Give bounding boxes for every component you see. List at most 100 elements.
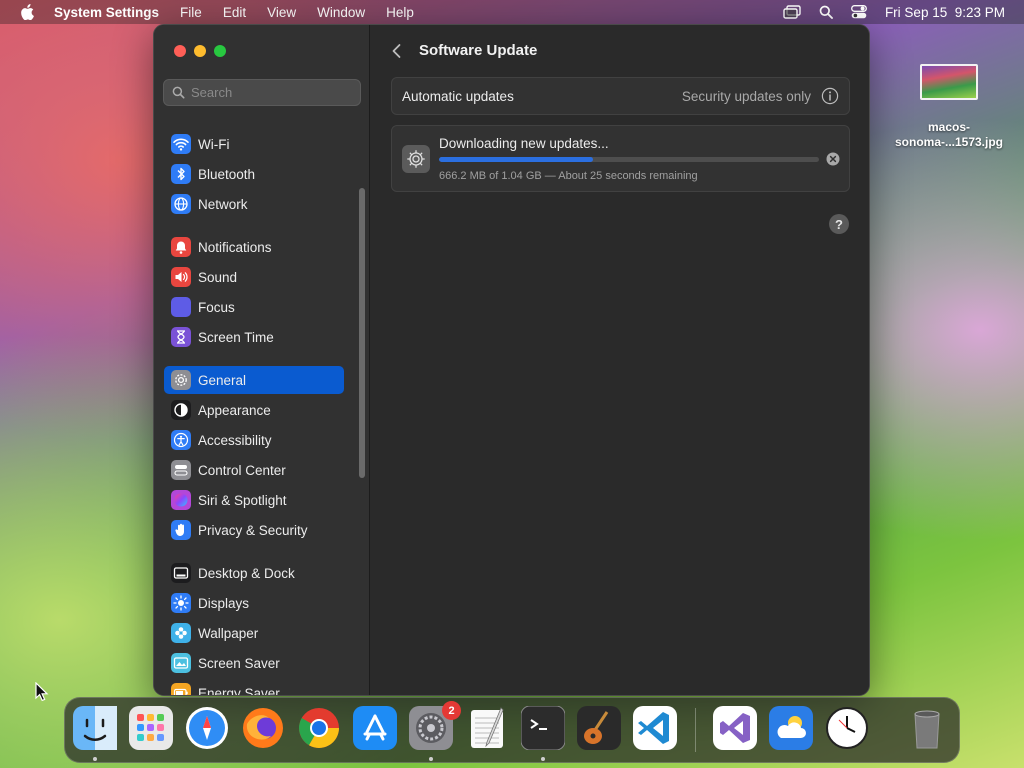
- image-thumbnail: [920, 64, 978, 100]
- running-indicator: [429, 757, 433, 761]
- screensaver-icon: [171, 653, 191, 673]
- running-indicator: [541, 757, 545, 761]
- sidebar-item-sound[interactable]: Sound: [164, 263, 344, 291]
- sidebar-item-notifications[interactable]: Notifications: [164, 233, 344, 261]
- sidebar-item-control-center[interactable]: Control Center: [164, 456, 344, 484]
- desktop-file[interactable]: macos- sonoma-...1573.jpg: [888, 64, 1010, 150]
- sidebar: Wi-Fi Bluetooth Network Notifications Sound F…: [154, 25, 370, 695]
- sidebar-item-label: Screen Time: [198, 329, 274, 345]
- file-name-line-2: sonoma-...1573.jpg: [894, 135, 1004, 149]
- accessibility-icon: [171, 430, 191, 450]
- sidebar-item-wi-fi[interactable]: Wi-Fi: [164, 130, 344, 158]
- menu-window[interactable]: Window: [317, 5, 365, 20]
- download-progress-bar: [439, 157, 819, 162]
- search-icon: [172, 86, 185, 99]
- search-input[interactable]: [191, 85, 351, 100]
- content-toolbar: Software Update: [371, 25, 869, 77]
- trash-icon[interactable]: [905, 706, 949, 750]
- info-button[interactable]: [821, 87, 839, 105]
- system-settings-icon[interactable]: 2: [409, 701, 461, 750]
- automatic-updates-value: Security updates only: [681, 88, 811, 104]
- garageband-icon[interactable]: [577, 706, 621, 750]
- system-settings-window: Wi-Fi Bluetooth Network Notifications Sound F…: [153, 24, 870, 696]
- speaker-icon: [171, 267, 191, 287]
- sidebar-item-label: Privacy & Security: [198, 522, 308, 538]
- menu-file[interactable]: File: [180, 5, 202, 20]
- firefox-icon[interactable]: [241, 706, 285, 750]
- apple-icon[interactable]: [18, 4, 36, 20]
- sidebar-item-label: Siri & Spotlight: [198, 492, 287, 508]
- sidebar-item-label: Accessibility: [198, 432, 272, 448]
- sun-icon: [171, 593, 191, 613]
- sidebar-item-siri-spotlight[interactable]: Siri & Spotlight: [164, 486, 344, 514]
- chrome-icon[interactable]: [297, 706, 341, 750]
- menu-edit[interactable]: Edit: [223, 5, 246, 20]
- screen-mirroring-icon[interactable]: [783, 5, 801, 19]
- cancel-download-button[interactable]: [826, 152, 840, 166]
- moon-icon: [171, 297, 191, 317]
- software-update-gear-icon: [402, 145, 430, 173]
- help-button[interactable]: ?: [829, 214, 849, 234]
- menu-help[interactable]: Help: [386, 5, 414, 20]
- sidebar-item-label: Focus: [198, 299, 235, 315]
- menu-clock[interactable]: Fri Sep 15 9:23 PM: [885, 5, 1005, 20]
- sidebar-item-desktop-dock[interactable]: Desktop & Dock: [164, 559, 344, 587]
- automatic-updates-row: Automatic updates Security updates only: [391, 77, 850, 115]
- launchpad-icon[interactable]: [129, 706, 173, 750]
- dock-icon: [171, 563, 191, 583]
- running-indicator: [93, 757, 97, 761]
- sidebar-item-screen-saver[interactable]: Screen Saver: [164, 649, 344, 677]
- textedit-icon[interactable]: [465, 706, 509, 750]
- terminal-icon[interactable]: [520, 705, 566, 751]
- control-center-icon[interactable]: [850, 5, 867, 19]
- sidebar-item-wallpaper[interactable]: Wallpaper: [164, 619, 344, 647]
- visual-studio-icon[interactable]: [713, 706, 757, 750]
- sidebar-item-label: Notifications: [198, 239, 272, 255]
- menu-view[interactable]: View: [267, 5, 296, 20]
- hand-icon: [171, 520, 191, 540]
- sidebar-item-appearance[interactable]: Appearance: [164, 396, 344, 424]
- toggles-icon: [171, 460, 191, 480]
- file-name-line-1: macos-: [927, 120, 971, 134]
- menu-bar: System Settings File Edit View Window He…: [0, 0, 1024, 24]
- safari-icon[interactable]: [185, 706, 229, 750]
- sidebar-item-privacy-security[interactable]: Privacy & Security: [164, 516, 344, 544]
- sidebar-item-energy-saver[interactable]: Energy Saver: [164, 679, 344, 695]
- bluetooth-icon: [171, 164, 191, 184]
- download-progress-fill: [439, 157, 593, 162]
- sidebar-item-network[interactable]: Network: [164, 190, 344, 218]
- sidebar-item-general[interactable]: General: [164, 366, 344, 394]
- back-button[interactable]: [387, 41, 407, 61]
- search-field[interactable]: [163, 79, 361, 106]
- finder-icon[interactable]: [73, 706, 117, 750]
- notification-badge: 2: [442, 701, 461, 720]
- wifi-icon: [171, 134, 191, 154]
- menu-app-name[interactable]: System Settings: [54, 5, 159, 20]
- app-store-icon[interactable]: [353, 706, 397, 750]
- sidebar-item-screen-time[interactable]: Screen Time: [164, 323, 344, 351]
- flower-icon: [171, 623, 191, 643]
- sidebar-item-label: Desktop & Dock: [198, 565, 295, 581]
- sidebar-item-focus[interactable]: Focus: [164, 293, 344, 321]
- desktop-file-name: macos- sonoma-...1573.jpg: [888, 120, 1010, 150]
- sidebar-item-bluetooth[interactable]: Bluetooth: [164, 160, 344, 188]
- sidebar-item-label: General: [198, 372, 247, 388]
- vscode-icon[interactable]: [633, 706, 677, 750]
- sidebar-item-label: Sound: [198, 269, 238, 285]
- gear-icon: [171, 370, 191, 390]
- sidebar-item-label: Bluetooth: [198, 166, 256, 182]
- weather-icon[interactable]: [769, 706, 813, 750]
- siri-icon: [171, 490, 191, 510]
- sidebar-item-label: Displays: [198, 595, 250, 611]
- zoom-window-button[interactable]: [214, 45, 226, 57]
- sidebar-item-label: Control Center: [198, 462, 286, 478]
- clock-icon[interactable]: [825, 706, 869, 750]
- bell-icon: [171, 237, 191, 257]
- sidebar-item-displays[interactable]: Displays: [164, 589, 344, 617]
- sidebar-scrollbar[interactable]: [359, 188, 365, 478]
- dock: 2: [64, 697, 960, 763]
- sidebar-item-accessibility[interactable]: Accessibility: [164, 426, 344, 454]
- close-window-button[interactable]: [174, 45, 186, 57]
- minimize-window-button[interactable]: [194, 45, 206, 57]
- spotlight-search-icon[interactable]: [819, 5, 833, 19]
